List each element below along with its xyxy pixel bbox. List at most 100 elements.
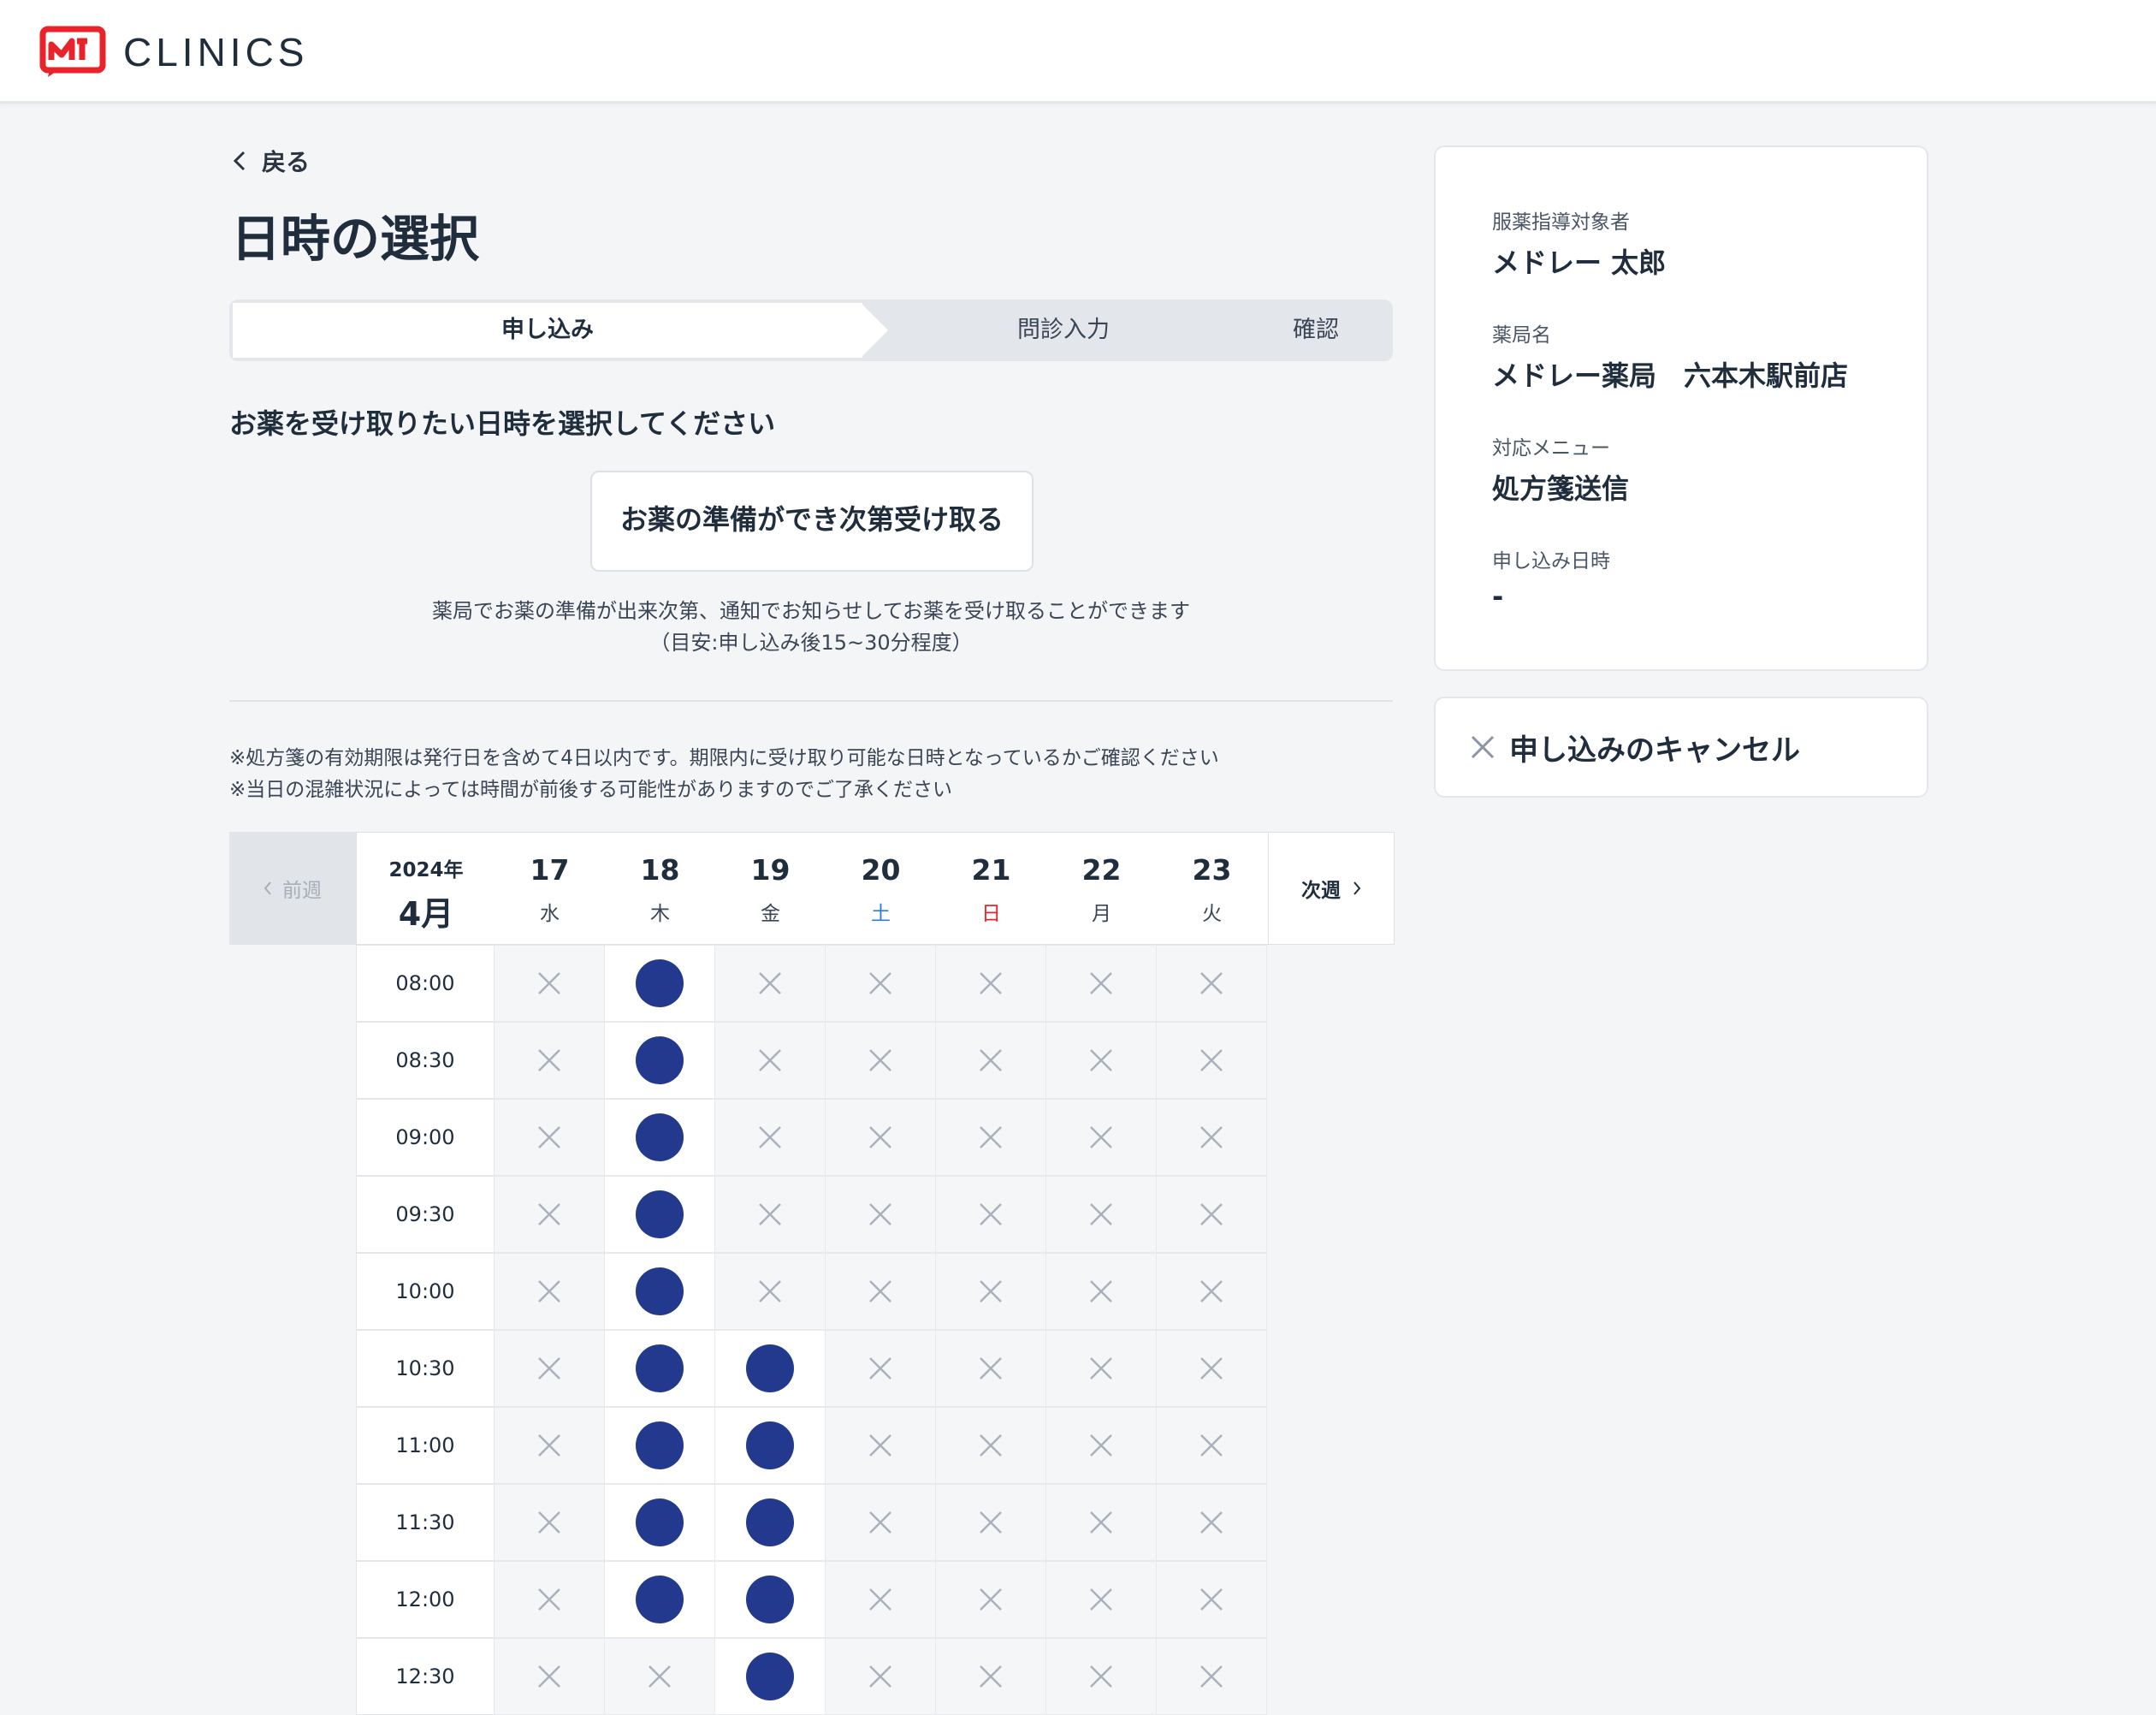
available-slot[interactable] (715, 1330, 826, 1407)
unavailable-slot (826, 1099, 936, 1176)
clinics-logo[interactable]: CLINICS (39, 26, 308, 79)
time-slot-row: 11:30 (356, 1484, 1267, 1561)
cross-icon (1090, 1588, 1112, 1611)
cross-icon (1200, 1588, 1223, 1611)
available-slot[interactable] (605, 945, 715, 1022)
time-slot-row: 10:30 (356, 1330, 1267, 1407)
cancel-application-button[interactable]: 申し込みのキャンセル (1434, 697, 1928, 798)
cross-icon (759, 972, 781, 994)
available-dot-icon (746, 1344, 794, 1392)
prev-week-button[interactable]: 前週 (229, 832, 356, 945)
available-slot[interactable] (605, 1022, 715, 1099)
unavailable-slot (936, 1407, 1046, 1484)
unavailable-slot (936, 1330, 1046, 1407)
cross-icon (538, 1588, 560, 1611)
cross-icon (1200, 1280, 1223, 1303)
cross-icon (759, 1126, 781, 1148)
day-weekday: 水 (540, 903, 560, 925)
back-label: 戻る (262, 148, 311, 176)
day-header: 18 木 (605, 833, 715, 944)
available-slot[interactable] (605, 1407, 715, 1484)
unavailable-slot (826, 945, 936, 1022)
available-slot[interactable] (605, 1330, 715, 1407)
available-dot-icon (636, 1190, 684, 1238)
datetime-label: 申し込み日時 (1492, 550, 1610, 573)
day-weekday: 木 (650, 903, 670, 925)
unavailable-slot (1157, 1330, 1267, 1407)
cross-icon (980, 1357, 1002, 1380)
cross-icon (980, 1203, 1002, 1225)
time-slot-row: 10:00 (356, 1253, 1267, 1330)
available-slot[interactable] (715, 1638, 826, 1715)
available-dot-icon (746, 1421, 794, 1469)
reservation-summary: 服薬指導対象者 メドレー 太郎 薬局名 メドレー薬局 六本木駅前店 対応メニュー… (1434, 145, 1928, 671)
time-label: 12:30 (356, 1638, 495, 1715)
notes: ※処方箋の有効期限は発行日を含めて4日以内です。期限内に受け取り可能な日時となっ… (229, 743, 1219, 806)
cross-icon (1090, 1203, 1112, 1225)
unavailable-slot (495, 1022, 605, 1099)
unavailable-slot (1157, 1638, 1267, 1715)
unavailable-slot (826, 1022, 936, 1099)
available-slot[interactable] (605, 1099, 715, 1176)
app-header: CLINICS (0, 0, 2156, 104)
unavailable-slot (495, 1638, 605, 1715)
time-label: 08:00 (356, 945, 495, 1022)
cross-icon (1200, 1511, 1223, 1534)
unavailable-slot (1046, 1253, 1157, 1330)
cross-icon (980, 1049, 1002, 1071)
cancel-label: 申し込みのキャンセル (1509, 733, 1800, 768)
next-week-button[interactable]: 次週 (1268, 832, 1395, 945)
cross-icon (869, 1126, 891, 1148)
unavailable-slot (495, 945, 605, 1022)
unavailable-slot (936, 1022, 1046, 1099)
unavailable-slot (715, 945, 826, 1022)
cross-icon (1090, 1434, 1112, 1457)
progress-steps: 申し込み 問診入力 確認 (229, 300, 1393, 361)
brand-name: CLINICS (123, 30, 309, 74)
available-slot[interactable] (605, 1484, 715, 1561)
step-arrow (861, 303, 888, 358)
unavailable-slot (495, 1253, 605, 1330)
summary-pharmacy: 薬局名 メドレー薬局 六本木駅前店 (1492, 318, 1848, 394)
unavailable-slot (1046, 1099, 1157, 1176)
cross-icon (980, 972, 1002, 994)
available-slot[interactable] (605, 1561, 715, 1638)
available-slot[interactable] (715, 1407, 826, 1484)
cross-icon (1200, 1049, 1223, 1071)
available-slot[interactable] (605, 1253, 715, 1330)
day-number: 17 (530, 853, 570, 887)
unavailable-slot (936, 1253, 1046, 1330)
close-icon (1471, 735, 1495, 759)
available-slot[interactable] (605, 1176, 715, 1253)
unavailable-slot (495, 1099, 605, 1176)
day-header: 20 土 (826, 833, 936, 944)
unavailable-slot (495, 1484, 605, 1561)
unavailable-slot (826, 1638, 936, 1715)
available-dot-icon (636, 1344, 684, 1392)
cross-icon (869, 1665, 891, 1688)
unavailable-slot (1157, 1022, 1267, 1099)
month-header: 2024年 4月 (356, 832, 496, 945)
unavailable-slot (1157, 1253, 1267, 1330)
menu-value: 処方箋送信 (1492, 472, 1630, 505)
time-slot-row: 12:00 (356, 1561, 1267, 1638)
unavailable-slot (1046, 1561, 1157, 1638)
cross-icon (1200, 1126, 1223, 1148)
cross-icon (869, 1203, 891, 1225)
cross-icon (1090, 972, 1112, 994)
unavailable-slot (715, 1022, 826, 1099)
receive-when-ready-button[interactable]: お薬の準備ができ次第受け取る (590, 471, 1034, 572)
cross-icon (980, 1434, 1002, 1457)
unavailable-slot (936, 1176, 1046, 1253)
time-slot-row: 09:30 (356, 1176, 1267, 1253)
back-link[interactable]: 戻る (233, 144, 310, 178)
day-number: 21 (971, 853, 1011, 887)
available-dot-icon (636, 959, 684, 1007)
unavailable-slot (495, 1407, 605, 1484)
available-slot[interactable] (715, 1561, 826, 1638)
unavailable-slot (826, 1561, 936, 1638)
available-slot[interactable] (715, 1484, 826, 1561)
cross-icon (980, 1588, 1002, 1611)
summary-patient: 服薬指導対象者 メドレー 太郎 (1492, 205, 1666, 281)
unavailable-slot (715, 1253, 826, 1330)
